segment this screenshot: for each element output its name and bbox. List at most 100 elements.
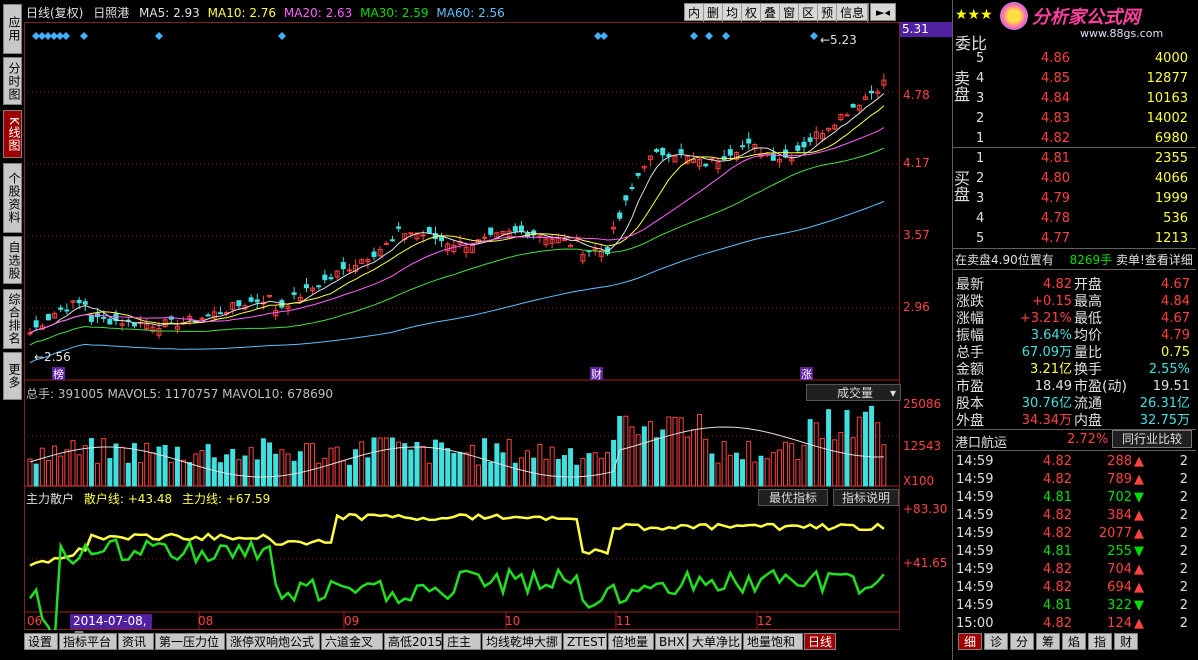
- notice-action-link[interactable]: 卖单!查看详细: [1116, 253, 1193, 267]
- sidebar-tab[interactable]: 个股资料: [3, 163, 22, 233]
- toolbar-button[interactable]: 叠: [761, 4, 781, 22]
- volume-bar: [856, 416, 862, 487]
- big-order-notice[interactable]: 在卖盘4.90位置有 8269手 卖单!查看详细: [955, 251, 1193, 268]
- candle-body: [678, 149, 684, 154]
- sector-name[interactable]: 港口航运: [955, 432, 1007, 451]
- volume-bar: [174, 446, 180, 487]
- toolbar-button[interactable]: 窗: [780, 4, 800, 22]
- volume-bar: [469, 444, 475, 487]
- bottom-tab[interactable]: 地量饱和: [743, 633, 803, 650]
- right-tab[interactable]: 财: [1114, 633, 1138, 650]
- volume-bar: [340, 460, 346, 487]
- right-tab[interactable]: 筹: [1036, 633, 1060, 650]
- sidebar-tab[interactable]: 应用: [3, 4, 22, 54]
- candle-body: [248, 297, 254, 302]
- tick-volume: 789: [1107, 472, 1132, 487]
- volume-axis-label: X100: [903, 474, 935, 488]
- tick-time: 15:00: [956, 616, 994, 631]
- right-tab[interactable]: 焰: [1062, 633, 1086, 650]
- bottom-tab[interactable]: 高低2015: [384, 633, 443, 650]
- buy-volume: 2355: [1154, 151, 1188, 166]
- volume-bar: [666, 416, 672, 487]
- bottom-tab[interactable]: 设置: [24, 633, 58, 650]
- candle-body: [316, 285, 322, 288]
- volume-bar: [420, 445, 426, 487]
- kline-chart[interactable]: 榜 财 涨 ←5.23 ←2.56: [24, 22, 900, 630]
- volume-indicator-select[interactable]: 成交量 ▾: [806, 384, 901, 401]
- bottom-tab[interactable]: 指标平台: [59, 633, 117, 650]
- bottom-tab[interactable]: 倍地量: [608, 633, 654, 650]
- signal-diamond-icon: [690, 32, 698, 40]
- sidebar-tab[interactable]: 分时图: [3, 57, 22, 105]
- date-axis-label: 10: [505, 614, 521, 628]
- quote-label: 金额: [956, 362, 984, 378]
- sell-side-label: 卖盘: [951, 70, 970, 102]
- tick-time: 14:59: [956, 580, 994, 595]
- volume-bar: [70, 440, 76, 487]
- volume-bar: [611, 439, 617, 487]
- sidebar-tab[interactable]: 更多: [3, 352, 22, 400]
- bottom-tab[interactable]: 均线乾坤大挪: [482, 633, 562, 650]
- toolbar-button[interactable]: 均: [723, 4, 743, 22]
- arrow-up-icon: ▲: [1134, 616, 1144, 631]
- sidebar-tab[interactable]: K线图: [3, 110, 22, 158]
- candle-body: [488, 227, 494, 235]
- toolbar-button[interactable]: 删: [704, 4, 724, 22]
- bottom-tab[interactable]: 庄主: [443, 633, 481, 650]
- volume-bar: [205, 444, 211, 487]
- volume-axis-label: 12543: [903, 439, 942, 453]
- candle-body: [88, 315, 94, 322]
- volume-bar: [95, 462, 101, 487]
- quote-value: 2.55%: [1148, 362, 1190, 377]
- bottom-tab[interactable]: 大单净比: [688, 633, 742, 650]
- volume-bar: [445, 448, 451, 487]
- tick-price: 4.82: [1043, 616, 1072, 631]
- right-tab[interactable]: 细: [958, 633, 982, 650]
- candle-body: [408, 232, 414, 235]
- volume-bar: [623, 415, 629, 487]
- candle-body: [396, 226, 402, 229]
- volume-bar: [316, 462, 322, 487]
- indicator-help-button[interactable]: 指标说明: [833, 489, 899, 506]
- rating-stars: ★★★: [955, 7, 993, 23]
- candle-body: [389, 239, 395, 242]
- arrow-up-icon: ▲: [1134, 580, 1144, 595]
- price-axis-label: 2.96: [903, 300, 930, 314]
- bottom-tab[interactable]: 第一压力位: [155, 633, 225, 650]
- tick-price: 4.81: [1043, 490, 1072, 505]
- date-axis-label: 09: [344, 614, 360, 628]
- right-tab[interactable]: 分: [1010, 633, 1034, 650]
- toolbar-button[interactable]: 权: [742, 4, 762, 22]
- volume-bar: [660, 429, 666, 487]
- toolbar-button[interactable]: 内: [685, 4, 705, 22]
- bottom-tab[interactable]: 六道金叉: [321, 633, 383, 650]
- volume-bar: [844, 410, 850, 487]
- volume-bar: [365, 457, 371, 487]
- quote-value: 30.76亿: [1021, 396, 1072, 411]
- bottom-tab[interactable]: 日线: [804, 633, 836, 650]
- sell-volume: 14002: [1146, 111, 1188, 126]
- sell-volume: 4000: [1154, 51, 1188, 66]
- bottom-tab[interactable]: BHX: [655, 633, 687, 650]
- moving-average-line: [29, 201, 885, 364]
- bottom-tab[interactable]: 资讯: [118, 633, 154, 650]
- volume-bar: [463, 452, 469, 487]
- ma5-label: MA5: 2.93: [139, 6, 200, 20]
- right-tab[interactable]: 诊: [984, 633, 1008, 650]
- sidebar-tab[interactable]: 综合排名: [3, 289, 22, 349]
- quote-label: 最低: [1074, 311, 1102, 327]
- volume-bar: [396, 441, 402, 487]
- candle-body: [654, 149, 660, 152]
- volume-bar: [426, 462, 432, 487]
- bottom-tab[interactable]: 涨停双响炮公式: [226, 633, 320, 650]
- right-tab[interactable]: 指: [1088, 633, 1112, 650]
- sector-compare-button[interactable]: 同行业比较: [1112, 430, 1192, 448]
- toolbar-button[interactable]: 信息: [837, 4, 869, 22]
- expand-arrow-icon[interactable]: ►◂: [870, 3, 896, 21]
- volume-bar: [838, 431, 844, 487]
- bottom-tab[interactable]: ZTEST: [563, 633, 607, 650]
- best-indicator-button[interactable]: 最优指标: [758, 489, 828, 506]
- sidebar-tab[interactable]: 自选股: [3, 236, 22, 284]
- toolbar-button[interactable]: 预: [818, 4, 838, 22]
- toolbar-button[interactable]: 区: [799, 4, 819, 22]
